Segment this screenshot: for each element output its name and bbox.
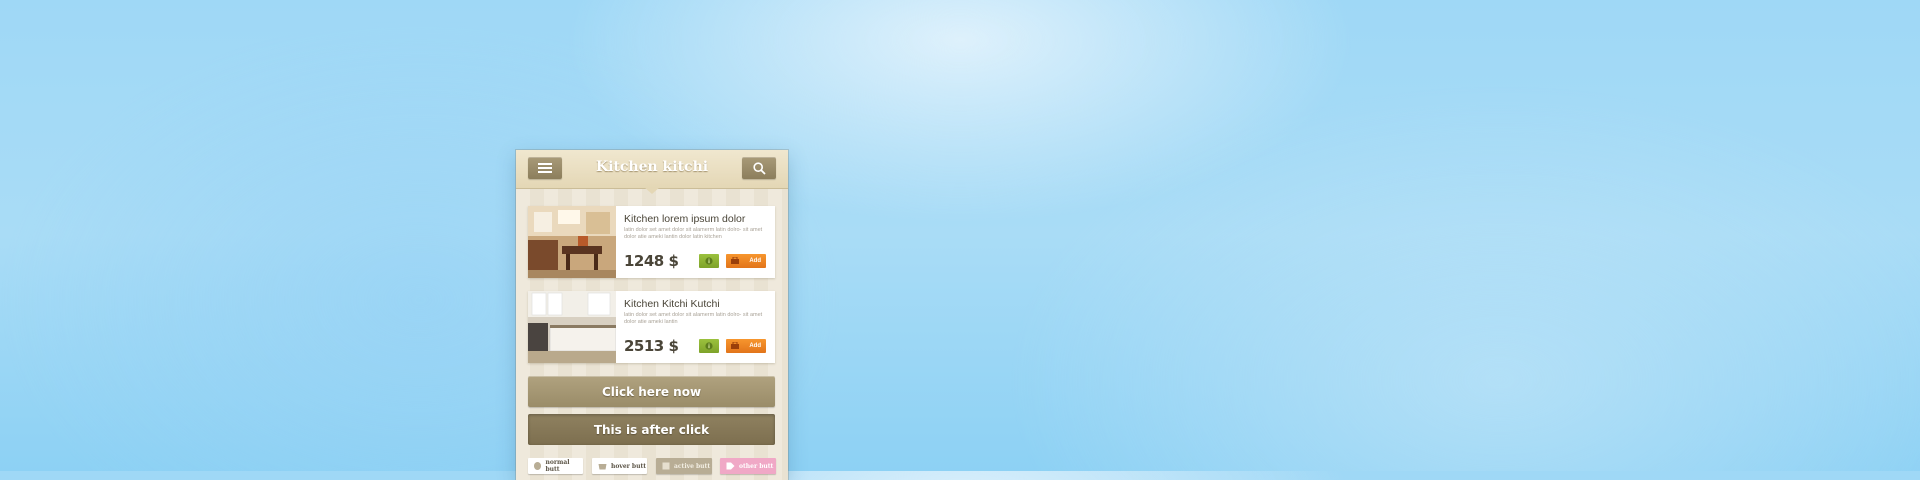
search-icon bbox=[752, 161, 766, 175]
product-image bbox=[528, 206, 616, 278]
product-price: 2513 $ bbox=[624, 337, 679, 355]
add-to-cart-button[interactable]: Add bbox=[726, 254, 766, 268]
page-title: Kitchen kitchi bbox=[595, 159, 709, 175]
other-state-label: other butt bbox=[739, 462, 774, 470]
normal-state-button[interactable]: normal butt bbox=[528, 458, 583, 474]
basket-icon bbox=[598, 464, 607, 470]
info-button[interactable] bbox=[699, 254, 719, 268]
header-pointer bbox=[644, 187, 660, 194]
active-state-button[interactable]: active butt bbox=[656, 458, 712, 474]
product-title: Kitchen Kitchi Kutchi bbox=[624, 298, 720, 310]
product-image bbox=[528, 291, 616, 363]
hamburger-icon bbox=[538, 163, 552, 173]
menu-button[interactable] bbox=[528, 157, 562, 179]
product-description: latin dolor set amet dolor sit alamerm l… bbox=[624, 312, 763, 325]
other-state-button[interactable]: other butt bbox=[720, 458, 776, 474]
product-card[interactable]: Kitchen lorem ipsum dolor latin dolor se… bbox=[528, 206, 775, 278]
info-icon bbox=[705, 342, 713, 350]
add-label: Add bbox=[749, 343, 761, 349]
cart-icon bbox=[731, 342, 739, 349]
active-state-label: active butt bbox=[674, 462, 711, 470]
document-icon bbox=[662, 462, 670, 470]
search-button[interactable] bbox=[742, 157, 776, 179]
cart-icon bbox=[731, 257, 739, 264]
info-button[interactable] bbox=[699, 339, 719, 353]
info-icon bbox=[534, 462, 542, 470]
add-to-cart-button[interactable]: Add bbox=[726, 339, 766, 353]
add-label: Add bbox=[749, 258, 761, 264]
after-click-button[interactable]: This is after click bbox=[528, 414, 775, 445]
app-screen: Kitchen kitchi Kitchen lorem ipsum dolor… bbox=[516, 150, 788, 480]
product-card[interactable]: Kitchen Kitchi Kutchi latin dolor set am… bbox=[528, 291, 775, 363]
hover-state-button[interactable]: hover butt bbox=[592, 458, 647, 474]
product-description: latin dolor set amet dolor sit alamerm l… bbox=[624, 227, 763, 240]
top-bar: Kitchen kitchi bbox=[516, 150, 788, 189]
tag-icon bbox=[726, 462, 735, 470]
product-price: 1248 $ bbox=[624, 252, 679, 270]
click-here-button[interactable]: Click here now bbox=[528, 376, 775, 407]
product-title: Kitchen lorem ipsum dolor bbox=[624, 213, 746, 225]
hover-state-label: hover butt bbox=[611, 462, 647, 470]
info-icon bbox=[705, 257, 713, 265]
